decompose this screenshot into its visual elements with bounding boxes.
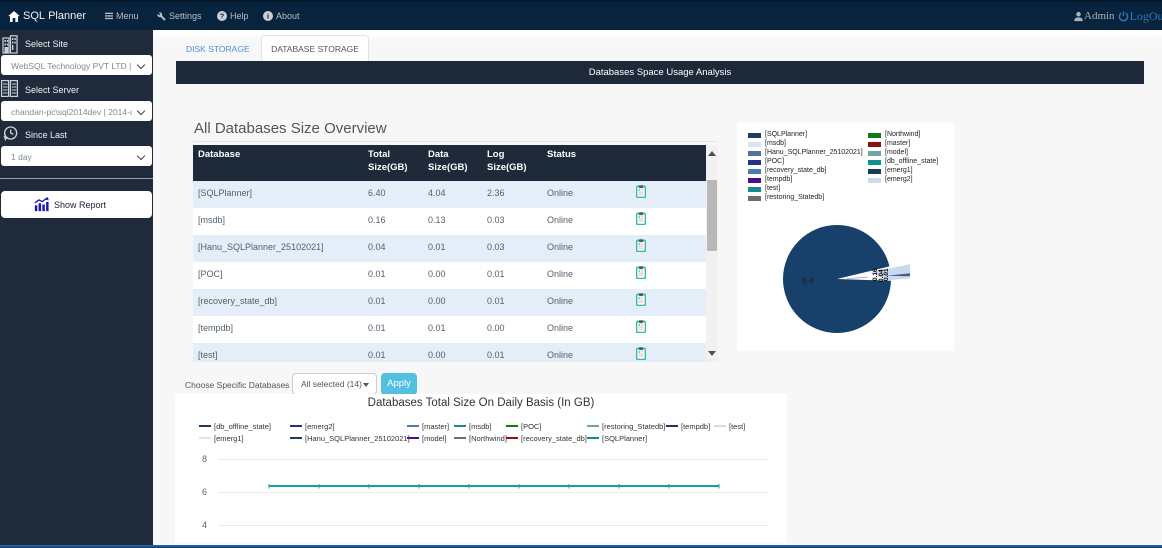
svg-text:i: i	[267, 12, 269, 21]
svg-text:?: ?	[220, 13, 224, 21]
svg-text:6.4: 6.4	[802, 276, 814, 286]
svg-text:0.01: 0.01	[883, 268, 890, 281]
